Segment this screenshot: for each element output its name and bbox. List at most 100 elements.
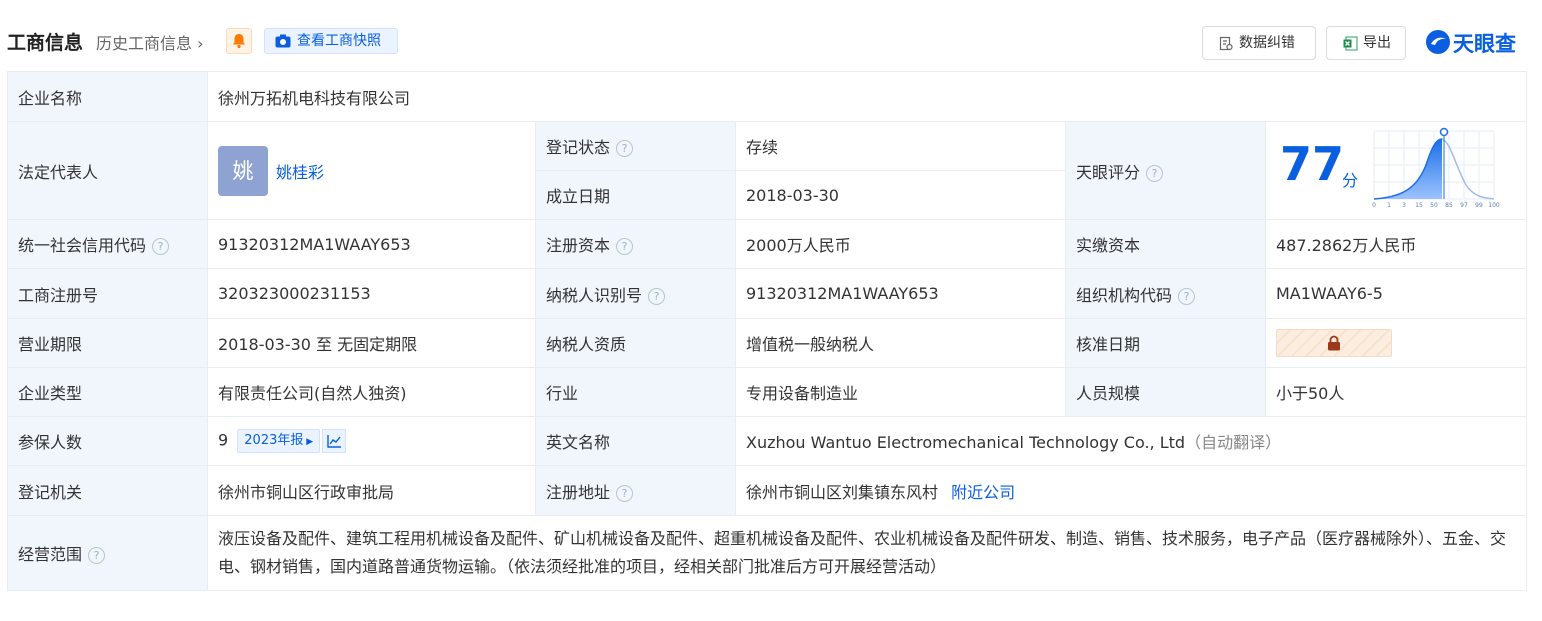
data-fix-button[interactable]: 数据纠错 (1202, 26, 1316, 60)
label-business-scope: 经营范围? (7, 515, 208, 591)
help-icon[interactable]: ? (616, 140, 634, 157)
score-tick: 1 (1387, 202, 1391, 209)
reg-status-label-text: 登记状态 (546, 138, 611, 157)
score-unit: 分 (1342, 170, 1359, 190)
bell-button[interactable] (226, 28, 252, 54)
help-icon[interactable]: ? (616, 238, 634, 255)
snapshot-button[interactable]: 查看工商快照 (264, 28, 398, 54)
label-industry: 行业 (535, 367, 736, 417)
label-reg-address: 注册地址? (535, 465, 736, 516)
avatar[interactable]: 姚 (218, 145, 268, 196)
table-row: 登记机关 徐州市铜山区行政审批局 注册地址? 徐州市铜山区刘集镇东风村 附近公司 (7, 465, 1528, 516)
value-business-scope: 液压设备及配件、建筑工程用机械设备及配件、矿山机械设备及配件、超重机械设备及配件… (206, 515, 1528, 591)
line-chart-icon (327, 435, 342, 448)
help-icon[interactable]: ? (1178, 287, 1196, 305)
value-taxpayer-qual: 增值税一般纳税人 (735, 318, 1066, 368)
history-link[interactable]: 历史工商信息 › (96, 30, 204, 54)
approval-date-cell (1264, 318, 1528, 368)
label-paid-capital: 实缴资本 (1065, 219, 1266, 269)
reg-address-cell: 徐州市铜山区刘集镇东风村 附近公司 (734, 465, 1528, 516)
label-taxpayer-id: 纳税人识别号? (535, 268, 736, 319)
org-code-label-text: 组织机构代码 (1076, 285, 1173, 305)
help-icon[interactable]: ? (152, 238, 170, 255)
help-icon[interactable]: ? (1146, 164, 1164, 182)
score-distribution-chart: 0 1 3 15 50 85 97 99 100 (1372, 127, 1500, 209)
score-cell[interactable]: 77 分 0 1 3 15 50 85 97 99 100 (1264, 121, 1528, 220)
table-row: 工商注册号 320323000231153 纳税人识别号? 91320312MA… (7, 268, 1528, 319)
section-title: 工商信息 (7, 32, 84, 54)
nearby-companies-link[interactable]: 附近公司 (951, 483, 1015, 502)
label-reg-number: 工商注册号 (7, 268, 208, 319)
score-value: 77 (1280, 136, 1345, 191)
table-row: 营业期限 2018-03-30 至 无固定期限 纳税人资质 增值税一般纳税人 核… (7, 318, 1528, 368)
label-company-type: 企业类型 (7, 367, 208, 417)
score-tick: 100 (1488, 202, 1500, 209)
value-found-date: 2018-03-30 (735, 170, 1066, 220)
value-reg-authority: 徐州市铜山区行政审批局 (207, 465, 536, 516)
business-scope-label-text: 经营范围 (18, 545, 83, 564)
value-taxpayer-id: 91320312MA1WAAY653 (735, 268, 1066, 319)
insured-cell: 9 2023年报 ▶ (207, 416, 536, 466)
auto-translate-note: （自动翻译） (1185, 433, 1282, 452)
value-company-type: 有限责任公司(自然人独资) (207, 367, 536, 417)
label-org-code: 组织机构代码? (1065, 268, 1266, 319)
trend-chart-button[interactable] (322, 429, 347, 453)
bell-icon (233, 34, 245, 49)
score-tick: 50 (1430, 202, 1438, 209)
score-tick: 99 (1475, 202, 1483, 209)
value-reg-capital: 2000万人民币 (735, 219, 1066, 269)
label-reg-status: 登记状态? (535, 121, 736, 171)
value-reg-address: 徐州市铜山区刘集镇东风村 (746, 482, 939, 502)
table-row: 法定代表人 姚姚桂彩 登记状态? 存续 天眼评分? 77 分 0 1 3 15 … (7, 121, 1528, 220)
export-button[interactable]: 导出 (1326, 26, 1406, 60)
table-row: 经营范围? 液压设备及配件、建筑工程用机械设备及配件、矿山机械设备及配件、超重机… (7, 515, 1528, 591)
caret-right-icon: ▶ (303, 437, 314, 447)
help-icon[interactable]: ? (648, 287, 666, 305)
label-reg-capital: 注册资本? (535, 219, 736, 269)
label-score: 天眼评分? (1065, 121, 1266, 220)
value-credit-code: 91320312MA1WAAY653 (207, 219, 536, 269)
table-row: 参保人数 9 2023年报 ▶ 英文名称 Xuzhou Wantuo Elect… (7, 416, 1528, 466)
label-insured: 参保人数 (7, 416, 208, 466)
document-edit-icon (1219, 36, 1233, 51)
logo-icon (1426, 30, 1450, 54)
header: 工商信息 历史工商信息 › 查看工商快照 数据纠错 导出 天眼查 (0, 0, 1542, 72)
camera-icon (275, 34, 291, 48)
table-row: 统一社会信用代码? 91320312MA1WAAY653 注册资本? 2000万… (7, 219, 1528, 269)
score-tick: 3 (1402, 202, 1406, 209)
label-taxpayer-qual: 纳税人资质 (535, 318, 736, 368)
label-company-name: 企业名称 (7, 71, 208, 122)
help-icon[interactable]: ? (616, 484, 634, 502)
help-icon[interactable]: ? (88, 547, 106, 564)
reg-address-label-text: 注册地址 (546, 482, 611, 502)
value-insured: 9 (218, 430, 229, 450)
label-legal-rep: 法定代表人 (7, 121, 208, 220)
score-widget: 77 分 0 1 3 15 50 85 97 99 100 (1266, 123, 1526, 219)
score-tick: 0 (1372, 202, 1376, 209)
data-fix-label: 数据纠错 (1239, 35, 1295, 51)
value-business-term: 2018-03-30 至 无固定期限 (207, 318, 536, 368)
value-reg-status: 存续 (735, 121, 1066, 171)
history-label: 历史工商信息 (96, 34, 193, 53)
table-row: 企业类型 有限责任公司(自然人独资) 行业 专用设备制造业 人员规模 小于50人 (7, 367, 1528, 417)
value-paid-capital: 487.2862万人民币 (1264, 219, 1528, 269)
score-tick: 85 (1445, 202, 1453, 209)
value-org-code: MA1WAAY6-5 (1264, 268, 1528, 319)
excel-icon (1343, 36, 1358, 51)
score-tick: 15 (1415, 202, 1423, 209)
value-staff-size: 小于50人 (1264, 367, 1528, 417)
score-tick: 97 (1460, 202, 1468, 209)
locked-value[interactable] (1276, 329, 1392, 357)
label-staff-size: 人员规模 (1065, 367, 1266, 417)
label-business-term: 营业期限 (7, 318, 208, 368)
value-industry: 专用设备制造业 (735, 367, 1066, 417)
business-info-table: 企业名称 徐州万拓机电科技有限公司 法定代表人 姚姚桂彩 登记状态? 存续 天眼… (7, 71, 1528, 591)
annual-report-button[interactable]: 2023年报 ▶ (237, 429, 321, 453)
label-reg-authority: 登记机关 (7, 465, 208, 516)
snapshot-label: 查看工商快照 (297, 33, 381, 49)
logo-text: 天眼查 (1453, 32, 1516, 56)
legal-rep-link[interactable]: 姚桂彩 (276, 163, 324, 182)
label-english-name: 英文名称 (535, 416, 736, 466)
label-approval-date: 核准日期 (1065, 318, 1266, 368)
taxpayer-id-label-text: 纳税人识别号 (546, 285, 643, 305)
